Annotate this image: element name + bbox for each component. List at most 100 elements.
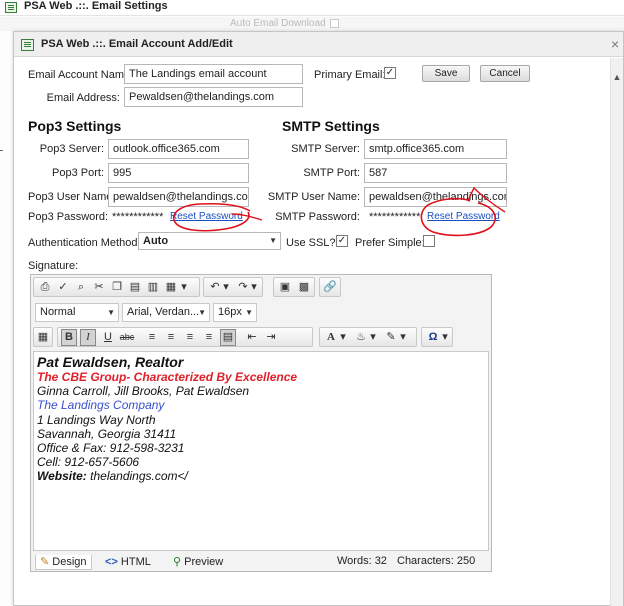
redo-dropdown-icon[interactable]: ▾ — [249, 280, 259, 295]
smtp-password-mask: ************ — [369, 211, 421, 223]
format-select[interactable]: Normal ▼ — [35, 303, 119, 322]
save-button[interactable]: Save — [422, 65, 470, 82]
chevron-down-icon: ▼ — [198, 308, 206, 317]
smtp-server-input[interactable]: smtp.office365.com — [364, 139, 507, 159]
auth-method-value: Auto — [143, 235, 169, 247]
paste-dropdown-icon[interactable]: ▾ — [179, 280, 189, 295]
preview-tab[interactable]: ⚲ Preview — [173, 555, 223, 570]
pop3-username-label: Pop3 User Name: — [28, 191, 116, 203]
background-window-title: PSA Web .::. Email Settings — [24, 0, 168, 12]
magnifier-icon: ⚲ — [173, 556, 185, 568]
paste-text-icon[interactable]: ▥ — [145, 280, 161, 295]
pop3-port-input[interactable]: 995 — [108, 163, 249, 183]
character-count: Characters: 250 — [397, 555, 476, 567]
account-name-label: Email Account Name: — [28, 69, 134, 81]
undo-dropdown-icon[interactable]: ▾ — [221, 280, 231, 295]
font-color-button[interactable]: A — [323, 330, 339, 345]
paste-icon[interactable]: ▤ — [127, 280, 143, 295]
email-address-label: Email Address: — [46, 92, 120, 104]
signature-group-line: The CBE Group- Characterized By Excellen… — [37, 370, 298, 384]
prefer-simple-checkbox[interactable] — [423, 235, 435, 247]
close-icon[interactable]: × — [611, 37, 619, 51]
editor-footer: ✎ Design <> HTML ⚲ Preview Words: 32 Cha… — [31, 553, 491, 571]
editor-toolbar-row-1: ⎙ ✓ ⌕ ✂ ❐ ▤ ▥ ▦ ▾ ↶ ▾ ↷ ▾ ▣ ▩ 🔗 — [33, 276, 487, 298]
background-divider — [0, 150, 3, 151]
use-ssl-checkbox[interactable]: ✓ — [336, 235, 348, 247]
align-left-icon[interactable]: ≡ — [144, 330, 160, 345]
highlight-dropdown-icon[interactable]: ▾ — [368, 330, 378, 345]
dialog-titlebar[interactable]: PSA Web .::. Email Account Add/Edit × — [14, 32, 623, 57]
code-icon: <> — [105, 556, 121, 568]
font-size-select[interactable]: 16px ▼ — [213, 303, 257, 322]
align-right-icon[interactable]: ≡ — [182, 330, 198, 345]
outdent-icon[interactable]: ⇤ — [244, 330, 260, 345]
smtp-username-input[interactable]: pewaldsen@thelandings.com — [364, 187, 507, 207]
pop3-server-input[interactable]: outlook.office365.com — [108, 139, 249, 159]
prefer-simple-label: Prefer Simple: — [355, 237, 425, 249]
auth-method-label: Authentication Method: — [28, 237, 141, 249]
indent-icon[interactable]: ⇥ — [263, 330, 279, 345]
find-icon[interactable]: ⌕ — [73, 280, 89, 295]
design-tab[interactable]: ✎ Design — [35, 555, 92, 570]
smtp-reset-password-link[interactable]: Reset Password — [427, 211, 500, 222]
align-center-icon[interactable]: ≡ — [163, 330, 179, 345]
media-icon[interactable]: ▩ — [296, 280, 312, 295]
signature-street-line: 1 Landings Way North — [37, 412, 156, 427]
chevron-down-icon: ▼ — [245, 308, 253, 317]
scroll-up-icon[interactable]: ▲ — [612, 72, 622, 82]
pop3-password-label: Pop3 Password: — [28, 211, 109, 223]
signature-cell-line: Cell: 912-657-5606 — [37, 455, 140, 470]
vertical-scrollbar[interactable] — [610, 58, 623, 606]
fullscreen-icon[interactable]: ▦ — [35, 330, 51, 345]
copy-icon[interactable]: ❐ — [109, 280, 125, 295]
bold-button[interactable]: B — [61, 329, 77, 346]
email-account-dialog: PSA Web .::. Email Account Add/Edit × ▲ … — [13, 31, 624, 606]
brush-dropdown-icon[interactable]: ▾ — [398, 330, 408, 345]
strikethrough-button[interactable]: abc — [117, 330, 137, 345]
smtp-password-label: SMTP Password: — [275, 211, 360, 223]
window-app-icon — [5, 2, 17, 13]
signature-content[interactable]: Pat Ewaldsen, Realtor The CBE Group- Cha… — [33, 351, 489, 551]
pop3-settings-heading: Pop3 Settings — [28, 118, 122, 134]
background-checkbox[interactable] — [330, 19, 339, 28]
pop3-port-label: Pop3 Port: — [52, 167, 104, 179]
signature-office-line: Office & Fax: 912-598-3231 — [37, 441, 185, 456]
smtp-server-label: SMTP Server: — [291, 143, 360, 155]
spellcheck-icon[interactable]: ✓ — [55, 280, 71, 295]
toolbar-group-color: A ▾ ♨ ▾ ✎ ▾ — [319, 327, 417, 347]
cut-icon[interactable]: ✂ — [91, 280, 107, 295]
signature-label: Signature: — [28, 260, 79, 272]
smtp-settings-heading: SMTP Settings — [282, 118, 380, 134]
special-char-button[interactable]: Ω — [425, 330, 441, 345]
word-count: Words: 32 — [337, 555, 387, 567]
pop3-reset-password-link[interactable]: Reset Password — [170, 211, 243, 222]
account-name-input[interactable]: The Landings email account — [124, 64, 303, 84]
smtp-port-label: SMTP Port: — [303, 167, 360, 179]
pencil-icon: ✎ — [40, 556, 53, 568]
hyperlink-icon[interactable]: 🔗 — [322, 280, 338, 295]
font-family-select[interactable]: Arial, Verdan... ▼ — [122, 303, 210, 322]
html-tab[interactable]: <> HTML — [105, 555, 151, 570]
highlight-icon[interactable]: ♨ — [353, 330, 369, 345]
special-char-dropdown-icon[interactable]: ▾ — [440, 330, 450, 345]
primary-email-checkbox[interactable]: ✓ — [384, 67, 396, 79]
align-justify-icon[interactable]: ≡ — [201, 330, 217, 345]
auth-method-select[interactable]: Auto ▼ — [138, 232, 281, 250]
cancel-button[interactable]: Cancel — [480, 65, 530, 82]
font-color-dropdown-icon[interactable]: ▾ — [338, 330, 348, 345]
paste-options-icon[interactable]: ▦ — [163, 280, 179, 295]
signature-city-line: Savannah, Georgia 31411 — [37, 426, 177, 441]
underline-button[interactable]: U — [100, 330, 116, 345]
smtp-port-input[interactable]: 587 — [364, 163, 507, 183]
image-icon[interactable]: ▣ — [277, 280, 293, 295]
pop3-username-input[interactable]: pewaldsen@thelandings.com — [108, 187, 249, 207]
table-icon[interactable]: ▤ — [220, 329, 236, 346]
email-address-input[interactable]: Pewaldsen@thelandings.com — [124, 87, 303, 107]
italic-button[interactable]: I — [80, 329, 96, 346]
website-value: thelandings.com</ — [86, 469, 188, 484]
print-icon[interactable]: ⎙ — [37, 280, 53, 295]
brush-icon[interactable]: ✎ — [383, 330, 399, 345]
chevron-down-icon: ▼ — [107, 308, 115, 317]
toolbar-group-insert: ▣ ▩ — [273, 277, 315, 297]
font-family-value: Arial, Verdan... — [127, 306, 200, 318]
